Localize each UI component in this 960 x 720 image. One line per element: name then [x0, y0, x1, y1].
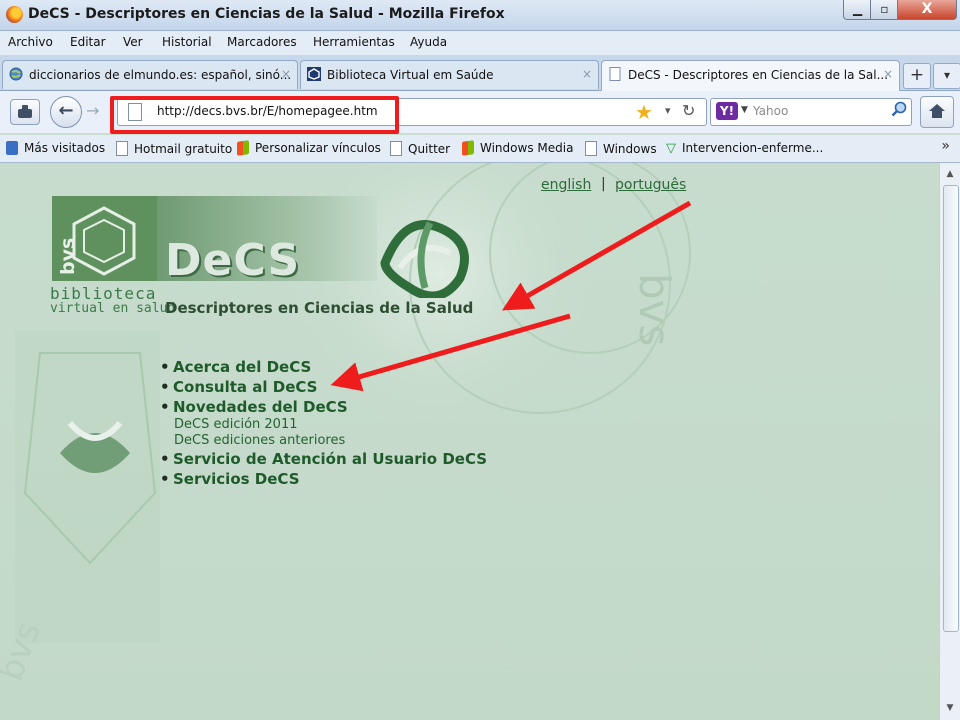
panorama-button[interactable] [10, 99, 40, 125]
firefox-logo-icon [6, 6, 23, 23]
bookmark-hotmail[interactable]: Hotmail gratuito [116, 141, 232, 156]
url-dropdown-icon[interactable]: ▾ [665, 104, 671, 117]
tab-decs[interactable]: DeCS - Descriptores en Ciencias de la Sa… [601, 60, 900, 91]
search-icon[interactable] [891, 101, 907, 121]
bookmark-label: Intervencion-enferme... [682, 141, 824, 155]
menu-historial[interactable]: Historial [162, 35, 212, 49]
menu-ver[interactable]: Ver [123, 35, 143, 49]
search-engine-dropdown-icon[interactable]: ▼ [741, 105, 748, 115]
scroll-thumb[interactable] [943, 185, 959, 632]
bookmark-intervencion[interactable]: ▽ Intervencion-enferme... [666, 141, 823, 156]
forward-button[interactable]: → [86, 101, 99, 120]
menu-marcadores[interactable]: Marcadores [227, 35, 297, 49]
vertical-scrollbar[interactable]: ▲ ▼ [939, 163, 960, 720]
tab-strip: diccionarios de elmundo.es: español, sin… [0, 55, 960, 91]
url-highlight-annotation [110, 96, 399, 134]
bookmark-windows-media[interactable]: Windows Media [462, 140, 574, 156]
bookmark-star-icon[interactable]: ★ [635, 100, 653, 124]
home-icon [929, 104, 945, 118]
search-box[interactable]: Y! ▼ Yahoo [710, 98, 912, 126]
tab-elmundo[interactable]: diccionarios de elmundo.es: español, sin… [2, 60, 298, 89]
yahoo-logo-icon[interactable]: Y! [716, 102, 738, 120]
list-all-tabs-button[interactable]: ▾ [933, 63, 960, 89]
minimize-button[interactable]: ▁ [843, 0, 872, 20]
bookmark-windows[interactable]: Windows [585, 141, 657, 156]
back-arrow-icon: ← [58, 100, 74, 121]
most-visited-icon [6, 141, 18, 155]
bookmark-label: Windows Media [480, 141, 574, 155]
windows-logo-icon [462, 140, 474, 156]
page-icon [390, 141, 402, 156]
annotation-arrows [330, 200, 692, 392]
page-icon [116, 141, 128, 156]
globe-icon [9, 67, 23, 81]
scroll-down-icon[interactable]: ▼ [943, 701, 957, 715]
bookmark-label: Más visitados [24, 141, 106, 155]
tab-label: Biblioteca Virtual em Saúde [327, 68, 494, 82]
arrow-to-subtitle-icon [501, 200, 692, 311]
new-tab-button[interactable]: + [903, 63, 931, 89]
bookmark-quitter[interactable]: Quitter [390, 141, 450, 156]
menu-archivo[interactable]: Archivo [8, 35, 53, 49]
bookmark-label: Windows [603, 142, 657, 156]
window-titlebar: DeCS - Descriptores en Ciencias de la Sa… [0, 0, 960, 31]
menu-ayuda[interactable]: Ayuda [410, 35, 447, 49]
tab-groups-icon [18, 105, 32, 118]
close-tab-icon[interactable]: × [582, 67, 592, 81]
bookmark-personalizar[interactable]: Personalizar vínculos [237, 140, 381, 156]
tab-bvs[interactable]: Biblioteca Virtual em Saúde × [300, 60, 599, 89]
home-button[interactable] [920, 96, 954, 128]
page-content: bvs bvs english | português bvs bibliote… [0, 163, 939, 720]
window-title: DeCS - Descriptores en Ciencias de la Sa… [28, 6, 505, 22]
green-triangle-icon: ▽ [666, 141, 676, 156]
page-icon [585, 141, 597, 156]
bvs-favicon-icon [307, 67, 321, 81]
bookmark-label: Quitter [408, 142, 451, 156]
menu-herramientas[interactable]: Herramientas [313, 35, 395, 49]
arrow-to-consulta-icon [330, 313, 571, 392]
menu-bar: Archivo Editar Ver Historial Marcadores … [0, 31, 960, 55]
back-button[interactable]: ← [50, 96, 82, 128]
bookmarks-overflow-button[interactable]: » [941, 138, 950, 154]
tab-label: DeCS - Descriptores en Ciencias de la Sa… [628, 68, 889, 82]
scroll-up-icon[interactable]: ▲ [943, 167, 957, 181]
close-window-button[interactable]: X [897, 0, 957, 20]
search-placeholder[interactable]: Yahoo [753, 104, 788, 118]
forward-arrow-icon: → [86, 101, 100, 120]
close-tab-icon[interactable]: × [281, 67, 291, 81]
reload-icon[interactable]: ↻ [682, 101, 695, 120]
maximize-button[interactable]: ▫ [870, 0, 899, 20]
bookmark-label: Personalizar vínculos [255, 141, 381, 155]
bookmarks-toolbar: Más visitados Hotmail gratuito Personali… [0, 135, 960, 163]
tab-label: diccionarios de elmundo.es: español, sin… [29, 68, 292, 82]
menu-editar[interactable]: Editar [70, 35, 106, 49]
close-tab-icon[interactable]: × [883, 67, 893, 81]
page-icon [608, 67, 622, 81]
bookmark-label: Hotmail gratuito [134, 142, 233, 156]
bookmark-mas-visitados[interactable]: Más visitados [6, 141, 105, 155]
windows-logo-icon [237, 140, 249, 156]
